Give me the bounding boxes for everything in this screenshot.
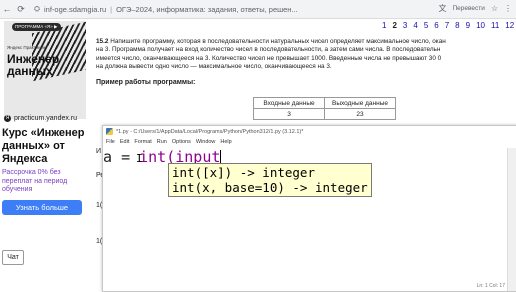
page-link-2[interactable]: 2 xyxy=(392,21,396,30)
task-number: 15.2 xyxy=(96,38,109,45)
task-line-2: на 3. Программа получает на вход количес… xyxy=(96,46,441,54)
pagination: 1 2 3 4 5 6 7 8 9 10 11 12 xyxy=(382,21,514,30)
table-header-row: Входные данные Выходные данные xyxy=(253,97,396,109)
page-title: ОГЭ–2024, информатика: задания, ответы, … xyxy=(116,4,298,14)
address-bar[interactable]: ⛭ inf-oge.sdamgia.ru | ОГЭ–2024, информа… xyxy=(34,4,298,14)
translate-label[interactable]: Перевести xyxy=(452,5,484,12)
ibeam-cursor-icon: I xyxy=(136,152,143,165)
calltip-line: int(x, base=10) -> integer xyxy=(172,180,368,195)
learn-more-button[interactable]: Узнать больше xyxy=(2,200,82,215)
page-link-7[interactable]: 7 xyxy=(445,21,449,30)
idle-menubar: File Edit Format Run Options Window Help xyxy=(103,137,516,147)
code-operator: = xyxy=(121,148,131,166)
page-link-5[interactable]: 5 xyxy=(424,21,428,30)
task-line-1: 15.2 Напишите программу, которая в после… xyxy=(96,38,446,45)
ad-title[interactable]: Курс «Инженер данных» от Яндекса xyxy=(2,127,90,166)
site-info-icon[interactable]: ⛭ xyxy=(34,4,40,14)
page-link-9[interactable]: 9 xyxy=(466,21,470,30)
menu-icon[interactable]: ⋮ xyxy=(504,4,512,13)
menu-run[interactable]: Run xyxy=(157,139,167,145)
banner-pill: ПРОГРАММА «Я» ▶ xyxy=(12,23,61,31)
chat-button[interactable]: Чат xyxy=(2,250,24,265)
table-cell: 3 xyxy=(253,108,325,120)
task-text: 15.2 Напишите программу, которая в после… xyxy=(96,38,516,71)
back-arrow-icon[interactable]: ← xyxy=(0,4,14,14)
calltip-line: int([x]) -> integer xyxy=(172,165,315,180)
task-line-4: на должна вывести одно число — максималь… xyxy=(96,62,332,70)
vertical-scrollbar[interactable] xyxy=(507,148,516,291)
menu-file[interactable]: File xyxy=(106,139,115,145)
background-text-fragment: И xyxy=(96,148,102,155)
page-link-8[interactable]: 8 xyxy=(455,21,459,30)
banner-caption: Яндекс Практикум xyxy=(7,45,46,50)
translate-icon[interactable]: 文 xyxy=(438,3,446,14)
page-link-6[interactable]: 6 xyxy=(434,21,438,30)
table-header: Входные данные xyxy=(253,97,325,109)
idle-editor-window[interactable]: *1.py - C:/Users/1/AppData/Local/Program… xyxy=(102,125,516,292)
python-icon xyxy=(106,128,113,135)
example-label: Пример работы программы: xyxy=(96,79,196,86)
table-header: Выходные данные xyxy=(324,97,396,109)
page-link-11[interactable]: 11 xyxy=(491,21,499,30)
code-variable: a xyxy=(103,148,113,166)
table-row: 3 23 xyxy=(253,108,396,120)
example-table: Входные данные Выходные данные 3 23 xyxy=(253,97,396,120)
banner-headline: Инженер данных xyxy=(7,52,60,78)
url-host: inf-oge.sdamgia.ru xyxy=(44,4,107,14)
browser-toolbar: ← ⟳ ⛭ inf-oge.sdamgia.ru | ОГЭ–2024, инф… xyxy=(0,0,516,19)
idle-title: *1.py - C:/Users/1/AppData/Local/Program… xyxy=(116,128,304,135)
menu-window[interactable]: Window xyxy=(196,139,216,145)
bookmark-icon[interactable]: ☆ xyxy=(491,4,498,13)
reload-icon[interactable]: ⟳ xyxy=(14,4,28,15)
editor-status: Ln: 1 Col: 17 xyxy=(476,283,505,289)
menu-options[interactable]: Options xyxy=(172,139,191,145)
ad-banner[interactable]: ПРОГРАММА «Я» ▶ Яндекс Практикум Инженер… xyxy=(4,21,86,119)
yandex-logo-icon: Я xyxy=(4,115,11,122)
table-cell: 23 xyxy=(324,108,396,120)
page-link-12[interactable]: 12 xyxy=(505,21,514,30)
ad-source-url: practicum.yandex.ru xyxy=(14,115,78,122)
idle-titlebar[interactable]: *1.py - C:/Users/1/AppData/Local/Program… xyxy=(103,126,516,137)
ad-source[interactable]: Я practicum.yandex.ru xyxy=(4,115,77,122)
ad-column: ПРОГРАММА «Я» ▶ Яндекс Практикум Инженер… xyxy=(0,19,90,290)
page-link-4[interactable]: 4 xyxy=(413,21,417,30)
menu-help[interactable]: Help xyxy=(220,139,231,145)
menu-format[interactable]: Format xyxy=(134,139,151,145)
menu-edit[interactable]: Edit xyxy=(120,139,129,145)
page-link-3[interactable]: 3 xyxy=(403,21,407,30)
code-editor[interactable]: a = int(input I int([x]) -> integer int(x… xyxy=(103,148,516,291)
page-link-10[interactable]: 10 xyxy=(476,21,485,30)
toolbar-actions: 文 Перевести ☆ ⋮ xyxy=(438,3,512,14)
ad-promo: Рассрочка 0% без переплат на период обуч… xyxy=(2,169,68,193)
calltip-tooltip: int([x]) -> integer int(x, base=10) -> in… xyxy=(168,163,372,197)
page-link-1[interactable]: 1 xyxy=(382,21,386,30)
task-line-3: имеется число, оканчивающееся на 3. Коли… xyxy=(96,54,442,62)
